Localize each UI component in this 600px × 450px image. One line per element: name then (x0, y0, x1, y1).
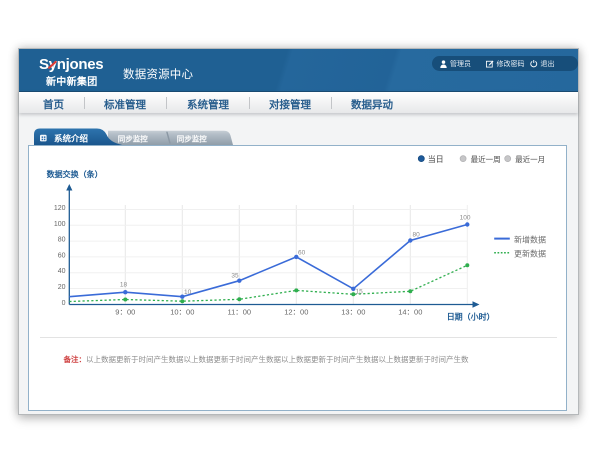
svg-text:9：00: 9：00 (115, 308, 135, 317)
svg-text:80: 80 (413, 231, 421, 238)
svg-text:100: 100 (54, 221, 66, 228)
svg-text:最近一月: 最近一月 (515, 154, 545, 164)
svg-text:14：00: 14：00 (398, 308, 422, 317)
svg-text:同步监控: 同步监控 (177, 133, 207, 143)
svg-text:35: 35 (231, 273, 239, 280)
svg-text:10: 10 (184, 289, 192, 296)
svg-text:数据交换（条）: 数据交换（条） (47, 169, 103, 179)
svg-text:18: 18 (120, 282, 128, 289)
svg-text:最近一周: 最近一周 (471, 154, 501, 164)
svg-text:60: 60 (58, 252, 66, 259)
svg-text:120: 120 (54, 205, 66, 212)
svg-text:同步监控: 同步监控 (118, 133, 148, 143)
svg-text:更新数据: 更新数据 (514, 249, 546, 259)
svg-text:新增数据: 新增数据 (514, 234, 546, 244)
svg-text:13：00: 13：00 (341, 308, 365, 317)
svg-text:15: 15 (356, 289, 364, 296)
svg-text:11：00: 11：00 (227, 308, 251, 317)
svg-text:80: 80 (58, 237, 66, 244)
svg-text:12：00: 12：00 (284, 308, 308, 317)
svg-text:当日: 当日 (428, 154, 444, 164)
svg-text:40: 40 (58, 268, 66, 275)
svg-text:0: 0 (62, 300, 66, 307)
svg-text:60: 60 (298, 250, 306, 257)
svg-text:20: 20 (58, 284, 66, 291)
svg-text:系统介绍: 系统介绍 (54, 134, 89, 144)
svg-text:100: 100 (460, 215, 471, 222)
svg-text:日期（小时）: 日期（小时） (447, 312, 495, 322)
svg-text:10：00: 10：00 (170, 308, 194, 317)
